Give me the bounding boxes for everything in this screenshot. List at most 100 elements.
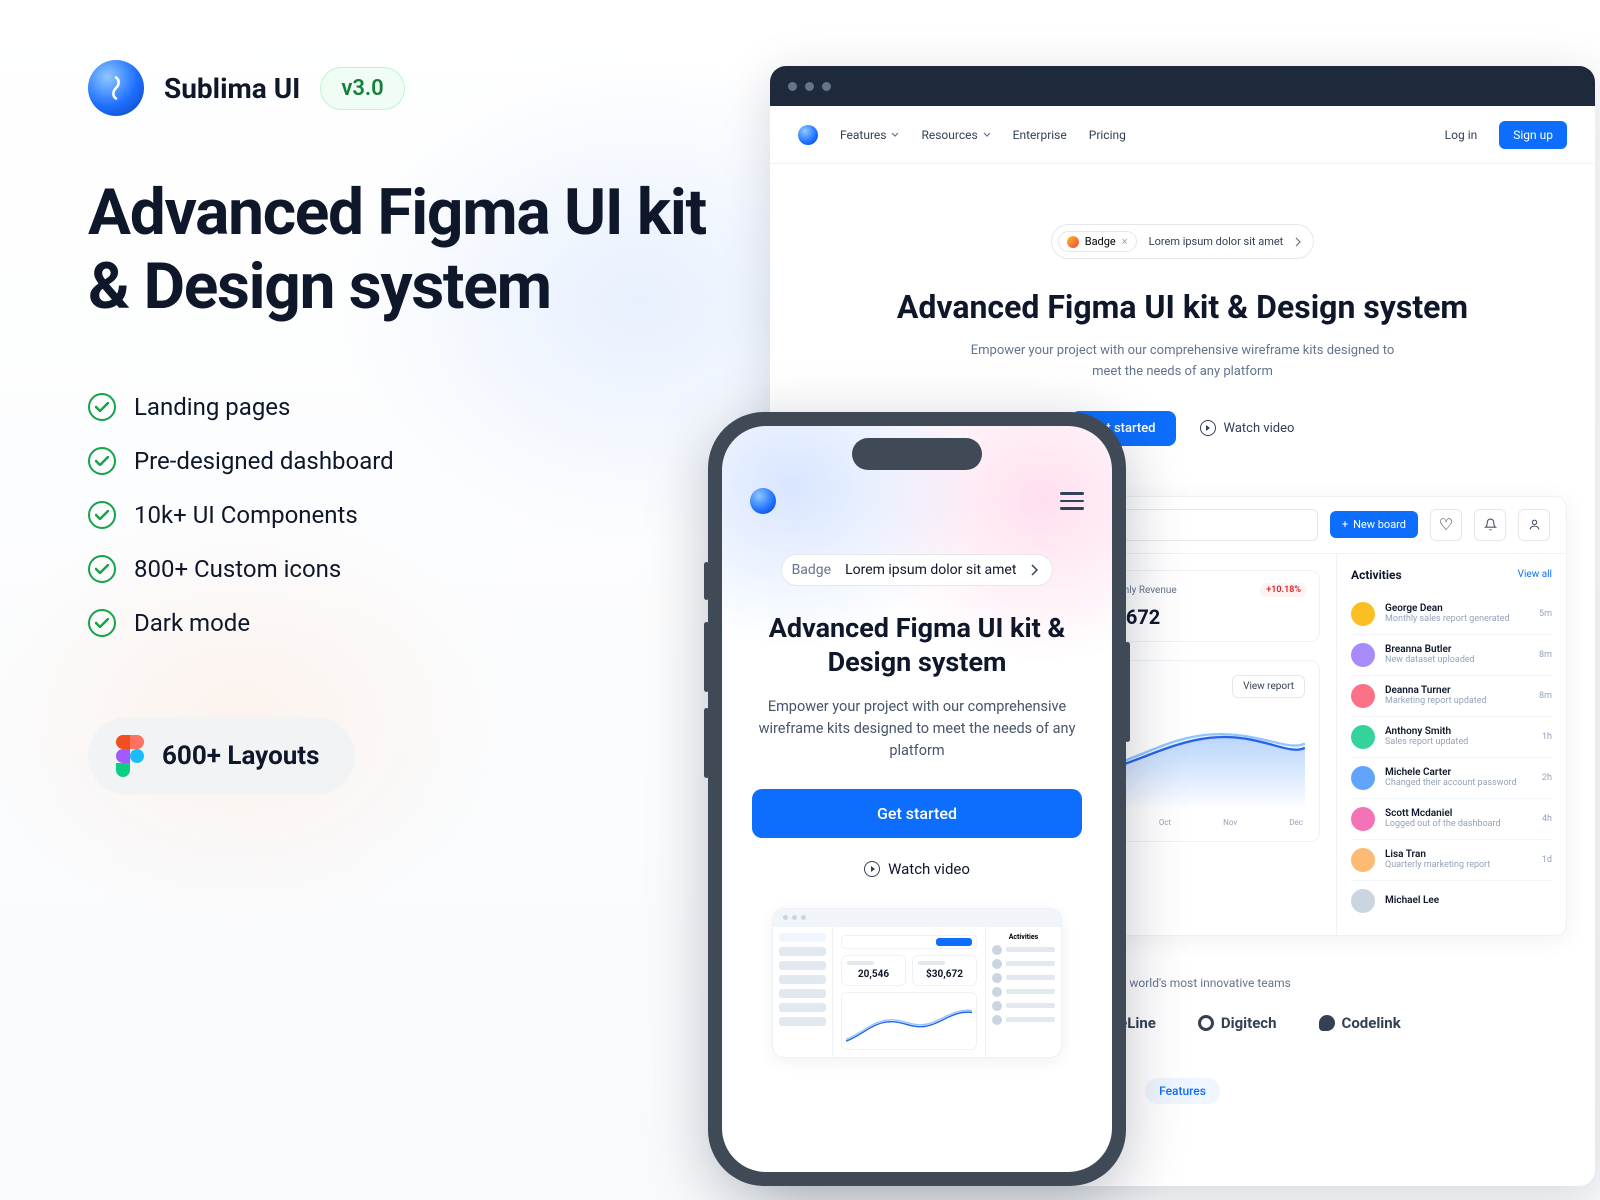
activity-name: Breanna Butler [1385, 644, 1529, 655]
avatar-icon [1351, 602, 1375, 626]
activity-desc: Monthly sales report generated [1385, 614, 1529, 624]
activity-time: 1h [1542, 732, 1552, 742]
phone-watch-video-button[interactable]: Watch video [752, 860, 1082, 878]
activity-item[interactable]: Anthony Smith Sales report updated 1h [1351, 717, 1552, 758]
activities-panel: Activities View all George Dean Monthly … [1336, 554, 1566, 935]
activity-item[interactable]: Breanna Butler New dataset uploaded 8m [1351, 635, 1552, 676]
view-all-link[interactable]: View all [1518, 569, 1552, 580]
phone-badge-label: Badge [792, 562, 832, 578]
activity-name: Michele Carter [1385, 767, 1532, 778]
phone-mini-chart [841, 992, 977, 1050]
top-nav: Features Resources Enterprise Pricing Lo… [770, 106, 1595, 164]
hero-title: Advanced Figma UI kit & Design system [897, 287, 1468, 327]
activity-desc: Changed their account password [1385, 778, 1532, 788]
nav-link-resources[interactable]: Resources [921, 128, 990, 142]
check-icon [88, 609, 116, 637]
chevron-right-icon [1295, 237, 1301, 247]
brand-name: Sublima UI [164, 72, 300, 105]
badge-message: Lorem ipsum dolor sit amet [1149, 235, 1284, 248]
activity-item[interactable]: Scott Mcdaniel Logged out of the dashboa… [1351, 799, 1552, 840]
profile-button[interactable] [1518, 509, 1550, 541]
phone-kpi-value: $30,672 [918, 969, 971, 980]
avatar-icon [1351, 684, 1375, 708]
phone-get-started-button[interactable]: Get started [752, 789, 1082, 838]
activity-time: 1d [1542, 855, 1552, 865]
avatar-icon [1067, 236, 1079, 248]
check-icon [88, 393, 116, 421]
feature-item: 10k+ UI Components [88, 501, 708, 529]
phone-logo-icon [750, 488, 776, 514]
notifications-button[interactable] [1474, 509, 1506, 541]
activity-item[interactable]: Deanna Turner Marketing report updated 8… [1351, 676, 1552, 717]
activities-title: Activities [1351, 568, 1402, 582]
phone-mock: Badge Lorem ipsum dolor sit amet Advance… [708, 412, 1126, 1186]
feature-text: Dark mode [134, 609, 250, 637]
signup-button[interactable]: Sign up [1499, 121, 1567, 149]
favorite-button[interactable]: ♡ [1430, 509, 1462, 541]
feature-text: 10k+ UI Components [134, 501, 358, 529]
left-panel: Sublima UI v3.0 Advanced Figma UI kit & … [88, 60, 708, 795]
activity-time: 2h [1542, 773, 1552, 783]
chevron-down-icon [891, 132, 899, 137]
activity-desc: Sales report updated [1385, 737, 1532, 747]
avatar-icon [1351, 889, 1375, 913]
feature-item: Dark mode [88, 609, 708, 637]
activity-time: 5m [1539, 609, 1552, 619]
play-icon [864, 861, 880, 877]
avatar-icon [1351, 766, 1375, 790]
feature-list: Landing pages Pre-designed dashboard 10k… [88, 393, 708, 637]
activity-item[interactable]: George Dean Monthly sales report generat… [1351, 594, 1552, 635]
window-titlebar [770, 66, 1595, 106]
brand-codelink: Codelink [1319, 1014, 1401, 1032]
feature-text: Landing pages [134, 393, 290, 421]
activity-item[interactable]: Michael Lee [1351, 881, 1552, 921]
menu-button[interactable] [1060, 492, 1084, 510]
avatar-icon [1351, 807, 1375, 831]
activity-item[interactable]: Michele Carter Changed their account pas… [1351, 758, 1552, 799]
brand-icon [1198, 1015, 1214, 1031]
feature-item: Pre-designed dashboard [88, 447, 708, 475]
user-icon [1528, 518, 1541, 531]
avatar-icon [1351, 643, 1375, 667]
plus-icon: + [1342, 518, 1348, 531]
activity-name: Deanna Turner [1385, 685, 1529, 696]
figma-logo-icon [116, 735, 144, 777]
activity-name: Scott Mcdaniel [1385, 808, 1532, 819]
phone-dashboard-preview: 20,546 $30,672 Activities [772, 908, 1062, 1058]
check-icon [88, 555, 116, 583]
nav-link-enterprise[interactable]: Enterprise [1013, 128, 1067, 142]
nav-logo-icon [798, 125, 818, 145]
brand-row: Sublima UI v3.0 [88, 60, 708, 116]
brand-digitech: Digitech [1198, 1014, 1277, 1032]
feature-item: 800+ Custom icons [88, 555, 708, 583]
view-report-button[interactable]: View report [1232, 675, 1305, 698]
feature-text: Pre-designed dashboard [134, 447, 394, 475]
check-icon [88, 501, 116, 529]
watch-video-button[interactable]: Watch video [1200, 420, 1295, 436]
activity-item[interactable]: Lisa Tran Quarterly marketing report 1d [1351, 840, 1552, 881]
phone-badge-pill[interactable]: Badge Lorem ipsum dolor sit amet [781, 554, 1054, 586]
avatar-icon [1351, 848, 1375, 872]
phone-notch [852, 438, 982, 470]
login-button[interactable]: Log in [1445, 128, 1478, 142]
badge-label: Badge [1085, 235, 1116, 248]
bell-icon [1484, 518, 1497, 531]
phone-badge-message: Lorem ipsum dolor sit amet [845, 562, 1016, 578]
nav-link-features[interactable]: Features [840, 128, 899, 142]
phone-mini-sidebar [773, 927, 833, 1057]
activity-name: George Dean [1385, 603, 1529, 614]
feature-item: Landing pages [88, 393, 708, 421]
main-heading: Advanced Figma UI kit & Design system [88, 176, 708, 323]
activity-desc: Logged out of the dashboard [1385, 819, 1532, 829]
play-icon [1200, 420, 1216, 436]
kpi-delta: +10.18% [1260, 583, 1307, 597]
hero-badge-pill[interactable]: Badge × Lorem ipsum dolor sit amet [1051, 224, 1315, 259]
feature-text: 800+ Custom icons [134, 555, 341, 583]
activity-time: 4h [1542, 814, 1552, 824]
nav-link-pricing[interactable]: Pricing [1089, 128, 1126, 142]
avatar-icon [1351, 725, 1375, 749]
new-board-button[interactable]: +New board [1330, 511, 1418, 538]
check-icon [88, 447, 116, 475]
activity-time: 8m [1539, 691, 1552, 701]
layouts-text: 600+ Layouts [162, 741, 319, 771]
